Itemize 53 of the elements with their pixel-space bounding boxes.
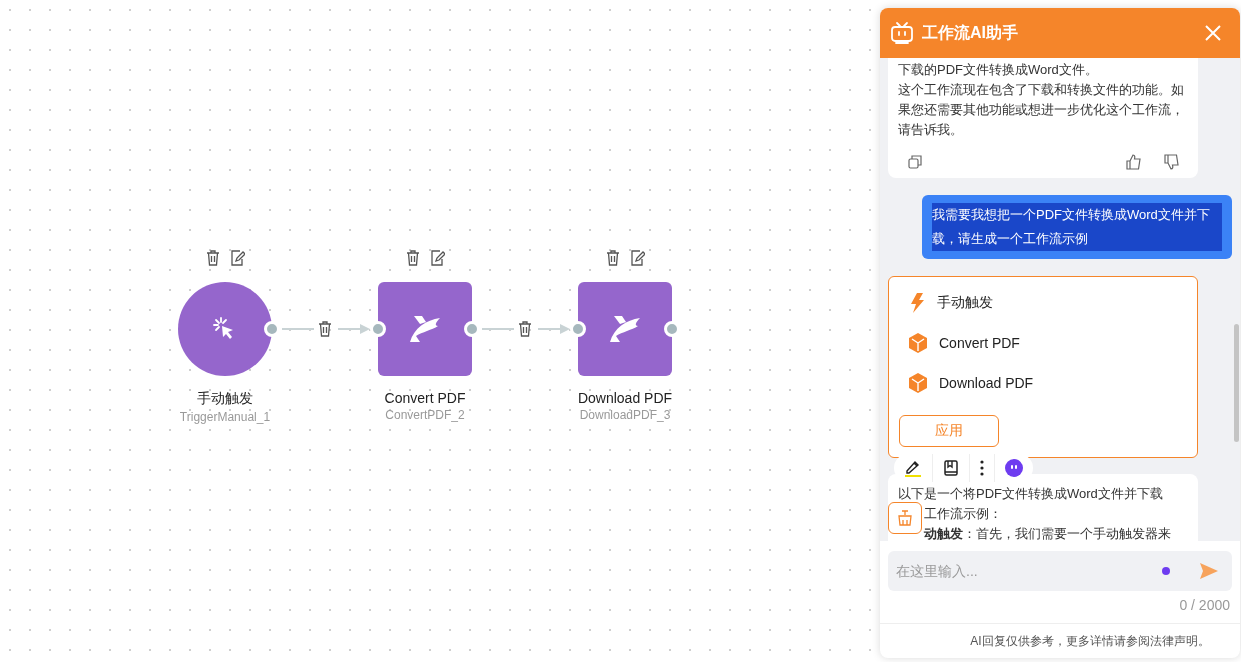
edit-icon[interactable] [629,250,645,266]
node-id: DownloadPDF_3 [579,408,671,422]
message-text: 下载的PDF文件转换成Word文件。 [898,61,1099,79]
thumbs-up-icon[interactable] [1126,154,1142,170]
character-counter: 0 / 2000 [1179,597,1230,613]
scrollbar[interactable] [1234,324,1239,442]
leaf-logo-icon [608,314,642,344]
node-title: Convert PDF [384,390,466,406]
message-text: 以下是一个将PDF文件转换成Word文件并下载 [898,485,1164,503]
cube-icon [909,333,927,353]
edit-icon[interactable] [429,250,445,266]
thumbs-down-icon[interactable] [1164,154,1180,170]
edit-icon[interactable] [229,250,245,266]
connection-handle[interactable] [664,321,680,337]
trash-icon[interactable] [205,250,220,266]
trash-icon[interactable] [405,250,420,266]
node-id: ConvertPDF_2 [385,408,465,422]
connection-handle[interactable] [570,321,586,337]
connection-handle[interactable] [264,321,280,337]
leaf-logo-icon [408,314,442,344]
workflow-step: 手动触发 [937,294,993,312]
clear-chat-button[interactable] [888,502,922,534]
node-title: 手动触发 [197,390,253,408]
trash-icon[interactable] [605,250,620,266]
message-text: 动触发：首先，我们需要一个手动触发器来 [924,525,1172,541]
cube-icon [909,373,927,393]
message-text: 这个工作流现在包含了下载和转换文件的功能。如果您还需要其他功能或想进一步优化这个工作流，请告诉我。 [898,81,1185,139]
close-icon[interactable] [1205,25,1221,41]
message-input[interactable]: 在这里输入... [888,551,1232,591]
panel-title: 工作流AI助手 [922,22,1018,43]
trash-icon[interactable] [318,321,332,337]
highlighter-icon[interactable] [904,459,922,477]
robot-icon [890,21,914,45]
book-icon[interactable] [943,460,959,476]
more-icon[interactable] [980,460,984,476]
workflow-node[interactable] [578,282,672,376]
connection-handle[interactable] [370,321,386,337]
connection-handle[interactable] [464,321,480,337]
workflow-step: Convert PDF [939,335,1020,351]
message-text: 工作流示例： [924,505,1003,523]
copy-icon[interactable] [908,155,922,169]
node-title: Download PDF [577,390,673,406]
node-id: TriggerManual_1 [179,410,271,424]
trash-icon[interactable] [518,321,532,337]
workflow-step: Download PDF [939,375,1034,391]
bot-avatar-icon[interactable] [1005,459,1023,477]
disclaimer-text: AI回复仅供参考，更多详情请参阅法律声明。 [969,632,1210,650]
broom-icon [897,510,913,526]
message-text: 我需要我想把一个PDF文件转换成Word文件并下载，请生成一个工作流示例 [932,203,1222,251]
lightning-icon [909,293,925,313]
apply-button[interactable]: 应用 [899,415,999,447]
workflow-node[interactable] [378,282,472,376]
status-dot-icon [1162,567,1170,575]
